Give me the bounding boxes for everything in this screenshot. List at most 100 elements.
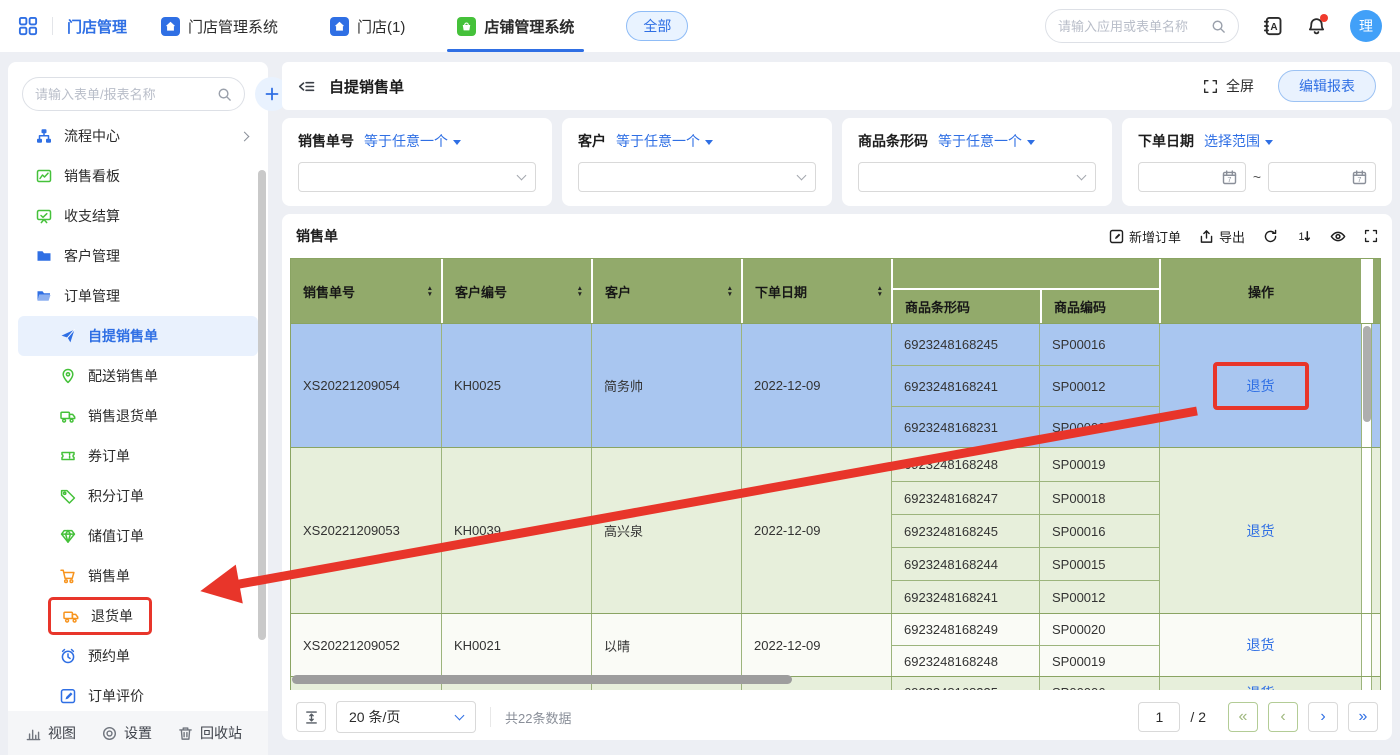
filter-card-下单日期: 下单日期选择范围7~7	[1122, 118, 1392, 206]
products-cell: 6923248168235SP00006	[891, 677, 1159, 690]
sidebar-item-自提销售单[interactable]: 自提销售单	[18, 316, 258, 356]
global-search-input[interactable]	[1058, 19, 1203, 34]
sidebar-item-销售单[interactable]: 销售单	[8, 556, 268, 596]
barcode-cell: 6923248168231	[892, 407, 1039, 447]
fullscreen-button[interactable]: 全屏	[1203, 76, 1254, 96]
sort-arrows-icon[interactable]: ▲▼	[577, 286, 583, 297]
column-header-下单日期[interactable]: 下单日期▲▼	[741, 259, 891, 323]
row-height-button[interactable]	[296, 702, 326, 732]
return-goods-link[interactable]: 退货	[1247, 635, 1275, 655]
global-search[interactable]	[1045, 9, 1239, 43]
vertical-scrollbar[interactable]	[1363, 326, 1371, 422]
filter-select-客户[interactable]	[578, 162, 816, 192]
products-cell: 6923248168245SP000166923248168241SP00012…	[891, 324, 1159, 447]
chevron-down-icon	[797, 170, 807, 180]
clipped-next-column	[1371, 448, 1379, 613]
visibility-eye-icon[interactable]	[1330, 228, 1346, 244]
edit-square-icon	[1109, 229, 1124, 244]
filter-select-商品条形码[interactable]	[858, 162, 1096, 192]
page-size-select[interactable]: 20 条/页	[336, 701, 476, 733]
column-header-客户[interactable]: 客户▲▼	[591, 259, 741, 323]
sidebar-item-收支结算[interactable]: 收支结算	[8, 196, 268, 236]
return-goods-link[interactable]: 退货	[1247, 683, 1275, 691]
sort-arrows-icon[interactable]: ▲▼	[427, 286, 433, 297]
sidebar-search-input[interactable]	[35, 87, 211, 102]
page-number-input[interactable]	[1138, 702, 1180, 732]
table-row[interactable]: XS20221209054KH0025简务帅2022-12-0969232481…	[291, 323, 1380, 447]
sidebar-item-label: 销售看板	[64, 166, 120, 186]
sidebar-item-label: 销售单	[88, 566, 130, 586]
return-goods-link[interactable]: 退货	[1247, 521, 1275, 541]
sidebar-item-储值订单[interactable]: 储值订单	[8, 516, 268, 556]
sidebar-item-配送销售单[interactable]: 配送销售单	[8, 356, 268, 396]
table-header-row: 销售单号▲▼客户编号▲▼客户▲▼下单日期▲▼商品条形码商品编码操作	[291, 259, 1380, 323]
sidebar-item-预约单[interactable]: 预约单	[8, 636, 268, 676]
refresh-icon[interactable]	[1263, 229, 1278, 244]
chevron-down-icon	[455, 710, 465, 720]
column-header-barcode[interactable]: 商品条形码	[893, 290, 1040, 323]
sidebar-search[interactable]	[22, 77, 245, 111]
calendar-icon: 7	[1352, 170, 1367, 185]
sidebar-item-订单评价[interactable]: 订单评价	[8, 676, 268, 711]
all-badge[interactable]: 全部	[626, 11, 688, 41]
sidebar-item-积分订单[interactable]: 积分订单	[8, 476, 268, 516]
nav-tab-2[interactable]: 门店(1)	[330, 0, 405, 52]
first-page-button[interactable]: «	[1228, 702, 1258, 732]
filter-operator[interactable]: 等于任意一个	[616, 131, 713, 151]
sidebar-item-客户管理[interactable]: 客户管理	[8, 236, 268, 276]
column-header-客户编号[interactable]: 客户编号▲▼	[441, 259, 591, 323]
filter-operator[interactable]: 等于任意一个	[938, 131, 1035, 151]
search-icon[interactable]	[1211, 19, 1226, 34]
date-end-input[interactable]: 7	[1268, 162, 1376, 192]
sidebar-item-订单管理[interactable]: 订单管理	[8, 276, 268, 316]
return-goods-link[interactable]: 退货	[1247, 378, 1275, 394]
last-page-button[interactable]: »	[1348, 702, 1378, 732]
avatar[interactable]: 理	[1350, 10, 1382, 42]
table-row[interactable]: XS20221209053KH0039高兴泉2022-12-0969232481…	[291, 447, 1380, 613]
sort-arrows-icon[interactable]: ▲▼	[877, 286, 883, 297]
sidebar-item-退货单[interactable]: 退货单	[8, 596, 268, 636]
collapse-sidebar-icon[interactable]	[298, 78, 315, 95]
sidebar-footer-视图[interactable]: 视图	[26, 723, 76, 743]
nav-tab-3[interactable]: 店铺管理系统	[457, 0, 574, 52]
product-subrow: 6923248168245SP00016	[892, 514, 1159, 547]
export-button[interactable]: 导出	[1199, 227, 1245, 246]
horizontal-scrollbar[interactable]	[292, 675, 792, 684]
sidebar: 流程中心销售看板收支结算客户管理订单管理自提销售单配送销售单销售退货单券订单积分…	[8, 62, 268, 755]
filter-operator[interactable]: 等于任意一个	[364, 131, 461, 151]
sort-icon[interactable]: 1	[1296, 228, 1312, 244]
filter-card-销售单号: 销售单号等于任意一个	[282, 118, 552, 206]
add-order-button[interactable]: 新增订单	[1109, 227, 1181, 246]
notification-bell-icon[interactable]	[1307, 17, 1326, 36]
table-fullscreen-icon[interactable]	[1364, 229, 1378, 243]
table-panel: 销售单 新增订单 导出 1 销售单号▲▼客户编号▲▼客户▲▼下单日期▲▼商品条形…	[282, 214, 1392, 740]
nav-tabs: 门店管理系统门店(1) 店铺管理系统	[161, 0, 626, 52]
action-cell: 退货	[1159, 448, 1361, 613]
column-header-销售单号[interactable]: 销售单号▲▼	[291, 259, 441, 323]
sidebar-item-销售看板[interactable]: 销售看板	[8, 156, 268, 196]
truck-icon	[63, 608, 79, 624]
nav-tab-1[interactable]: 门店管理系统	[161, 0, 278, 52]
edit-report-button[interactable]: 编辑报表	[1278, 70, 1376, 102]
table-row[interactable]: XS20221209052KH0021以晴2022-12-09692324816…	[291, 613, 1380, 676]
triangle-down-icon	[1265, 140, 1273, 145]
sidebar-footer-回收站[interactable]: 回收站	[178, 723, 242, 743]
filter-operator[interactable]: 选择范围	[1204, 131, 1273, 151]
sort-arrows-icon[interactable]: ▲▼	[727, 286, 733, 297]
sidebar-item-券订单[interactable]: 券订单	[8, 436, 268, 476]
column-header-code[interactable]: 商品编码	[1040, 290, 1161, 323]
sidebar-item-流程中心[interactable]: 流程中心	[8, 116, 268, 156]
next-page-button[interactable]: ›	[1308, 702, 1338, 732]
apps-grid-icon[interactable]	[18, 16, 38, 36]
order-date-cell: 2022-12-09	[741, 324, 891, 447]
contacts-icon[interactable]: A	[1263, 16, 1283, 36]
search-icon[interactable]	[217, 87, 232, 102]
prev-page-button[interactable]: ‹	[1268, 702, 1298, 732]
column-header-action: 操作	[1159, 259, 1361, 323]
date-start-input[interactable]: 7	[1138, 162, 1246, 192]
sidebar-item-销售退货单[interactable]: 销售退货单	[8, 396, 268, 436]
sidebar-footer-设置[interactable]: 设置	[102, 723, 152, 743]
filter-select-销售单号[interactable]	[298, 162, 536, 192]
workspace-label[interactable]: 门店管理	[67, 16, 127, 37]
sidebar-scrollbar[interactable]	[258, 170, 266, 640]
